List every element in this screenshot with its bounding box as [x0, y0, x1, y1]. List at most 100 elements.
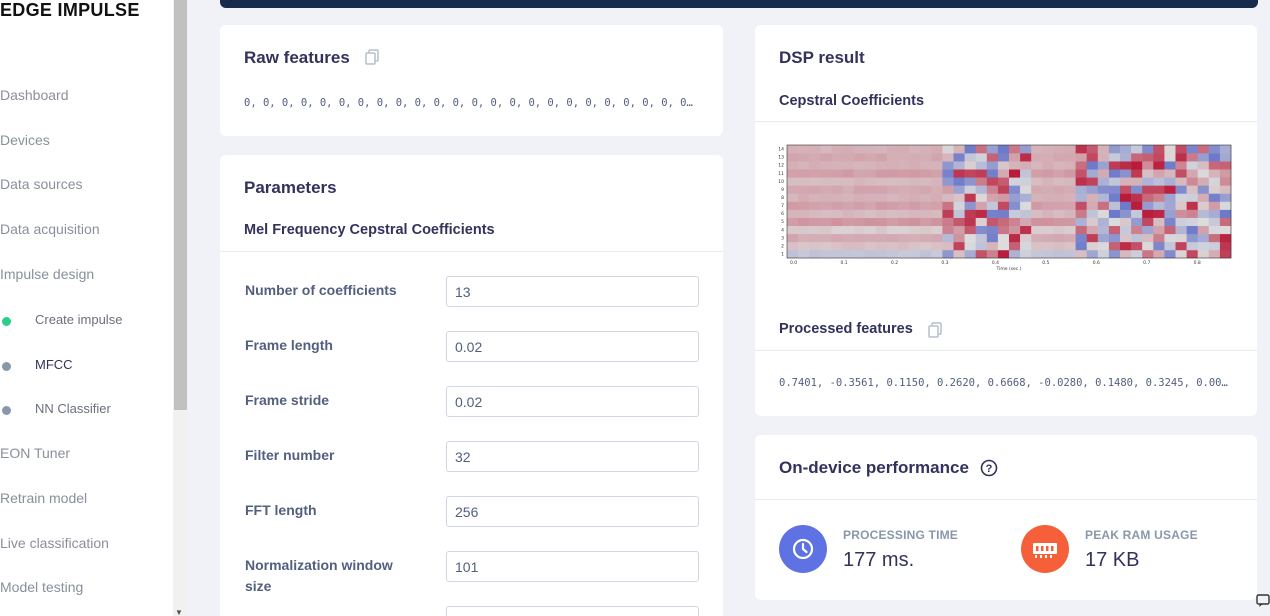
- heatmap-cell: [1086, 177, 1099, 186]
- heatmap-cell: [787, 185, 799, 194]
- heatmap-cell: [997, 193, 1010, 202]
- heatmap-cell: [1042, 169, 1054, 178]
- heatmap-cell: [953, 217, 965, 227]
- heatmap-cell: [909, 201, 921, 210]
- sidebar-item-eon-tuner[interactable]: EON Tuner: [0, 445, 70, 461]
- heatmap-cell: [1031, 169, 1043, 178]
- heatmap-cell: [909, 193, 921, 202]
- heatmap-cell: [864, 249, 877, 259]
- heatmap-cell: [1086, 145, 1099, 154]
- heatmap-cell: [1164, 225, 1176, 235]
- heatmap-cell: [842, 145, 854, 154]
- x-tick-label: 0.4: [992, 260, 999, 266]
- heatmap-cell: [1186, 161, 1198, 170]
- sidebar-item-model-testing[interactable]: Model testing: [0, 579, 83, 595]
- heatmap-cell: [875, 185, 888, 194]
- heatmap-cell: [964, 145, 976, 154]
- heatmap-cell: [1153, 209, 1165, 218]
- heatmap-cell: [1131, 225, 1143, 235]
- fft-length-input[interactable]: 256: [446, 496, 699, 527]
- heatmap-cell: [831, 161, 843, 170]
- sidebar-item-retrain-model[interactable]: Retrain model: [0, 490, 87, 506]
- heatmap-cell: [809, 233, 821, 243]
- heatmap-cell: [1086, 249, 1099, 259]
- heatmap-cell: [1197, 217, 1210, 227]
- sidebar-item-nn-classifier[interactable]: NN Classifier: [0, 401, 170, 419]
- scroll-down-icon[interactable]: ▼: [175, 608, 183, 616]
- sidebar-item-dashboard[interactable]: Dashboard: [0, 87, 69, 103]
- copy-icon[interactable]: [927, 322, 943, 338]
- heatmap-cell: [942, 241, 954, 251]
- heatmap-cell: [1153, 225, 1165, 235]
- heatmap-cell: [886, 233, 899, 243]
- heatmap-cell: [942, 201, 954, 210]
- x-tick-label: 0.2: [891, 260, 898, 266]
- processing-time-label: PROCESSING TIME: [843, 528, 959, 542]
- sidebar-item-devices[interactable]: Devices: [0, 132, 50, 148]
- heatmap-cell: [842, 177, 854, 186]
- heatmap-cell: [931, 225, 943, 235]
- copy-icon[interactable]: [364, 49, 380, 65]
- filter-number-input[interactable]: 32: [446, 441, 699, 472]
- chat-icon[interactable]: [1256, 594, 1270, 608]
- heatmap-cell: [886, 209, 899, 218]
- heatmap-cell: [1009, 185, 1021, 194]
- heatmap-cell: [1164, 145, 1176, 154]
- heatmap-cell: [1097, 193, 1110, 202]
- heatmap-cell: [909, 177, 921, 186]
- sidebar-item-live-classification[interactable]: Live classification: [0, 535, 109, 551]
- heatmap-cell: [1120, 177, 1132, 186]
- heatmap-cell: [1120, 185, 1132, 194]
- heatmap-cell: [975, 177, 988, 186]
- heatmap-cell: [931, 209, 943, 218]
- heatmap-cell: [1197, 153, 1210, 162]
- sidebar-item-impulse-design[interactable]: Impulse design: [0, 266, 94, 282]
- sidebar-item-data-acquisition[interactable]: Data acquisition: [0, 221, 100, 237]
- heatmap-cell: [1142, 161, 1154, 170]
- heatmap-cell: [1108, 169, 1121, 178]
- heatmap-cell: [1197, 185, 1210, 194]
- x-tick-label: 0.7: [1143, 260, 1150, 266]
- heatmap-cell: [997, 145, 1010, 154]
- heatmap-cell: [909, 209, 921, 218]
- heatmap-cell: [875, 161, 888, 170]
- heatmap-cell: [909, 185, 921, 194]
- frame-length-input[interactable]: 0.02: [446, 331, 699, 362]
- heatmap-cell: [831, 249, 843, 259]
- sidebar-item-create-impulse[interactable]: Create impulse: [0, 312, 170, 330]
- heatmap-cell: [1219, 161, 1232, 170]
- heatmap-cell: [1219, 169, 1232, 178]
- normalization-window-input[interactable]: 101: [446, 551, 699, 582]
- heatmap-cell: [997, 153, 1010, 162]
- sidebar-item-label: MFCC: [35, 357, 73, 372]
- x-tick-label: 0.6: [1093, 260, 1100, 266]
- heatmap-cell: [1031, 161, 1043, 170]
- num-coefficients-input[interactable]: 13: [446, 276, 699, 307]
- heatmap-cell: [1120, 249, 1132, 259]
- heatmap-cell: [1097, 153, 1110, 162]
- scrollbar-thumb[interactable]: [174, 0, 187, 410]
- frame-stride-input[interactable]: 0.02: [446, 386, 699, 417]
- heatmap-cell: [953, 233, 965, 243]
- heatmap-cell: [1164, 153, 1176, 162]
- heatmap-cell: [787, 153, 799, 162]
- x-tick-label: 0.8: [1194, 260, 1201, 266]
- heatmap-cell: [1086, 161, 1099, 170]
- heatmap-cell: [1086, 241, 1099, 251]
- heatmap-cell: [1131, 185, 1143, 194]
- mfcc-section-title: Mel Frequency Cepstral Coefficients: [244, 222, 495, 238]
- heatmap-cell: [964, 185, 976, 194]
- sidebar-item-mfcc[interactable]: MFCC: [0, 357, 170, 375]
- next-param-input[interactable]: [446, 606, 699, 616]
- heatmap-cell: [986, 177, 999, 186]
- heatmap-cell: [1108, 225, 1121, 235]
- heatmap-cell: [1153, 177, 1165, 186]
- normalization-window-label: Normalization window size: [245, 557, 393, 594]
- heatmap-cell: [1175, 169, 1187, 178]
- heatmap-cell: [1009, 217, 1021, 227]
- heatmap-cell: [1208, 185, 1221, 194]
- heatmap-cell: [1131, 241, 1143, 251]
- help-icon[interactable]: ?: [980, 459, 998, 477]
- heatmap-cell: [1142, 193, 1154, 202]
- sidebar-item-data-sources[interactable]: Data sources: [0, 176, 82, 192]
